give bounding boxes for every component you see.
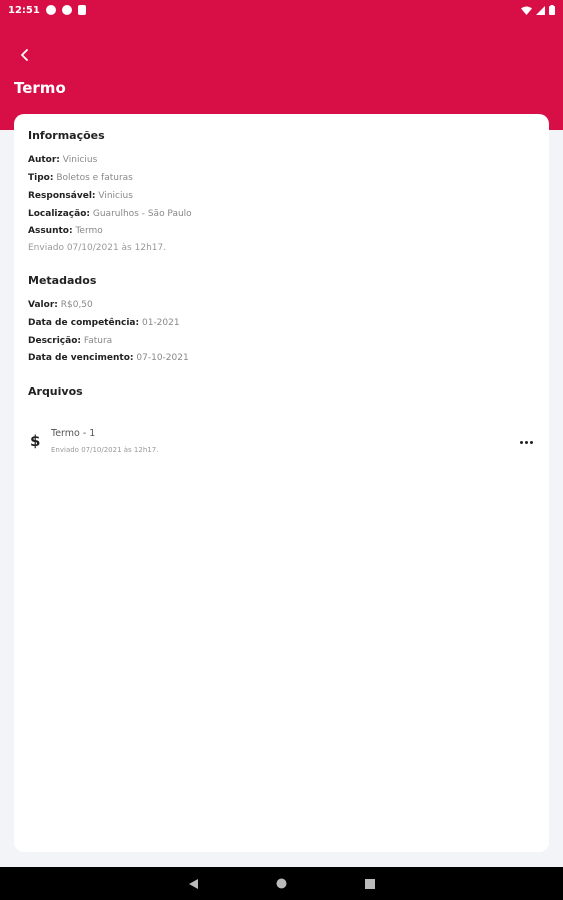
tipo-label: Tipo: bbox=[28, 173, 54, 183]
more-dot-icon bbox=[529, 440, 533, 444]
signal-icon bbox=[536, 5, 545, 15]
localizacao-value: Guarulhos - São Paulo bbox=[92, 209, 192, 219]
chevron-left-icon bbox=[21, 49, 28, 61]
localizacao-label: Localização: bbox=[28, 209, 90, 219]
back-triangle-icon bbox=[189, 878, 198, 889]
responsavel-label: Responsável: bbox=[28, 191, 96, 201]
file-sent-timestamp: Enviado 07/10/2021 às 12h17. bbox=[51, 446, 159, 454]
meta-row-descricao: Descrição: Fatura bbox=[28, 336, 112, 346]
valor-label: Valor: bbox=[28, 300, 58, 310]
meta-row-vencimento: Data de vencimento: 07-10-2021 bbox=[28, 353, 189, 363]
assunto-value: Termo bbox=[75, 226, 103, 236]
page-title: Termo bbox=[14, 79, 66, 97]
info-row-responsavel: Responsável: Vinicius bbox=[28, 191, 133, 201]
back-button[interactable] bbox=[14, 44, 36, 66]
competencia-label: Data de competência: bbox=[28, 318, 140, 328]
info-row-tipo: Tipo: Boletos e faturas bbox=[28, 173, 133, 183]
assunto-label: Assunto: bbox=[28, 226, 73, 236]
nav-home-button[interactable] bbox=[272, 874, 292, 894]
valor-value: R$0,50 bbox=[60, 300, 93, 310]
status-bar: 12:51 bbox=[0, 0, 563, 20]
more-dot-icon bbox=[524, 440, 528, 444]
recents-square-icon bbox=[364, 878, 375, 889]
file-name: Termo - 1 bbox=[51, 428, 96, 439]
wifi-icon bbox=[521, 6, 532, 15]
vencimento-value: 07-10-2021 bbox=[136, 353, 189, 363]
battery-icon bbox=[549, 5, 555, 15]
info-row-localizacao: Localização: Guarulhos - São Paulo bbox=[28, 209, 192, 219]
info-row-assunto: Assunto: Termo bbox=[28, 226, 103, 236]
app-a-icon bbox=[45, 5, 56, 15]
section-title-metadados: Metadados bbox=[28, 274, 97, 287]
sent-timestamp: Enviado 07/10/2021 às 12h17. bbox=[28, 243, 167, 253]
status-time: 12:51 bbox=[8, 4, 40, 16]
meta-row-competencia: Data de competência: 01-2021 bbox=[28, 318, 180, 328]
vencimento-label: Data de vencimento: bbox=[28, 353, 134, 363]
section-title-arquivos: Arquivos bbox=[28, 385, 83, 398]
info-row-autor: Autor: Vinicius bbox=[28, 155, 97, 165]
meta-row-valor: Valor: R$0,50 bbox=[28, 300, 93, 310]
competencia-value: 01-2021 bbox=[141, 318, 180, 328]
autor-label: Autor: bbox=[28, 155, 60, 165]
dollar-icon: $ bbox=[30, 432, 41, 450]
tipo-value: Boletos e faturas bbox=[56, 173, 133, 183]
file-list-item[interactable]: $ Termo - 1 Enviado 07/10/2021 às 12h17. bbox=[14, 414, 549, 464]
descricao-value: Fatura bbox=[83, 336, 113, 346]
more-options-button[interactable] bbox=[516, 434, 536, 450]
nav-recents-button[interactable] bbox=[360, 874, 380, 894]
autor-value: Vinicius bbox=[62, 155, 98, 165]
app-header: 12:51 Termo bbox=[0, 0, 563, 130]
app-g-icon bbox=[61, 5, 72, 15]
details-card: Informações Autor: Vinicius Tipo: Boleto… bbox=[14, 114, 549, 852]
home-circle-icon bbox=[276, 878, 287, 889]
responsavel-value: Vinicius bbox=[98, 191, 133, 201]
system-nav-bar bbox=[0, 867, 563, 900]
section-title-informacoes: Informações bbox=[28, 129, 105, 142]
nav-back-button[interactable] bbox=[184, 874, 204, 894]
more-dot-icon bbox=[519, 440, 523, 444]
app-square-icon bbox=[77, 5, 86, 15]
descricao-label: Descrição: bbox=[28, 336, 81, 346]
